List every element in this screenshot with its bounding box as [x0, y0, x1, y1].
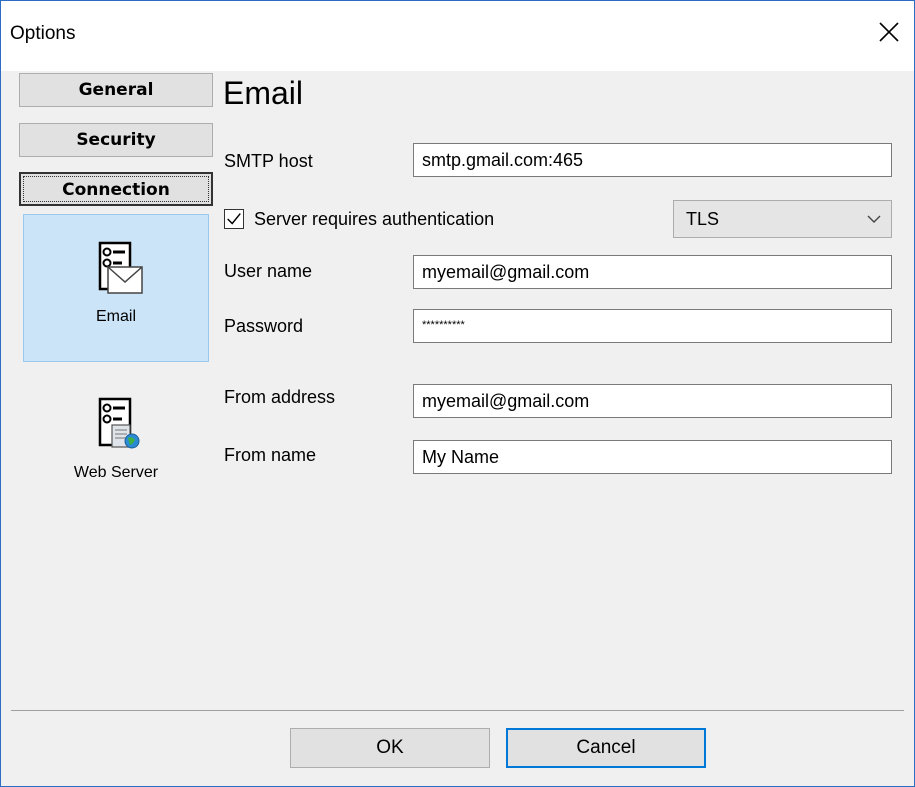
password-label: Password	[224, 316, 304, 336]
username-input[interactable]: myemail@gmail.com	[413, 255, 892, 289]
email-tile[interactable]: Email	[23, 241, 209, 326]
nav-security-button[interactable]: Security	[19, 123, 213, 157]
from-name-label: From name	[224, 445, 317, 465]
auth-label[interactable]: Server requires authentication	[254, 209, 494, 230]
auth-checkbox[interactable]	[224, 209, 244, 229]
close-button[interactable]	[864, 1, 914, 63]
window-title: Options	[10, 23, 76, 44]
smtp-host-input[interactable]: smtp.gmail.com:465	[413, 143, 892, 177]
security-select-value: TLS	[686, 209, 720, 229]
title-bar: Options	[1, 1, 914, 71]
smtp-host-label: SMTP host	[224, 151, 313, 171]
password-input[interactable]: **********	[413, 309, 892, 343]
footer-divider	[11, 710, 904, 711]
checkmark-icon	[227, 213, 241, 225]
username-label: User name	[224, 261, 313, 281]
close-icon	[879, 22, 899, 42]
web-server-tile[interactable]: Web Server	[23, 397, 209, 482]
cancel-button[interactable]: Cancel	[506, 728, 706, 768]
ok-button[interactable]: OK	[290, 728, 490, 768]
nav-general-button[interactable]: General	[19, 73, 213, 107]
email-settings-icon	[98, 241, 143, 294]
nav-connection-button[interactable]: Connection	[19, 172, 213, 206]
web-server-tile-label: Web Server	[73, 464, 159, 481]
security-select[interactable]: TLS	[673, 200, 892, 238]
chevron-down-icon	[867, 215, 881, 223]
from-name-input[interactable]: My Name	[413, 440, 892, 474]
from-address-label: From address	[224, 387, 336, 407]
web-server-icon	[98, 397, 140, 449]
section-heading: Email	[223, 75, 304, 111]
options-dialog: Options General Security Connection Emai…	[0, 0, 915, 787]
email-tile-label: Email	[95, 308, 136, 325]
from-address-input[interactable]: myemail@gmail.com	[413, 384, 892, 418]
